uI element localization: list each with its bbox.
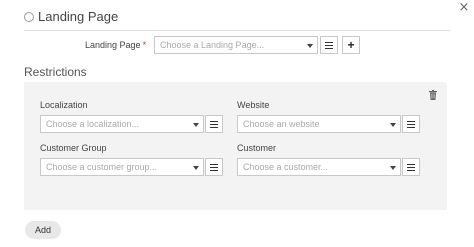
localization-list-button[interactable] — [205, 115, 223, 133]
add-button[interactable]: Add — [25, 221, 61, 239]
close-icon[interactable]: × — [458, 1, 470, 14]
restrictions-box: Localization Choose a localization... We… — [24, 82, 447, 210]
customer-group-label: Customer Group — [40, 143, 107, 153]
landing-page-label-text: Landing Page — [85, 40, 141, 50]
landing-page-radio-option[interactable]: Landing Page — [24, 9, 118, 24]
list-icon — [325, 41, 333, 49]
list-icon — [210, 163, 218, 171]
landing-page-select[interactable]: Choose a Landing Page... — [154, 36, 318, 54]
localization-label: Localization — [40, 100, 88, 110]
localization-select[interactable]: Choose a localization... — [40, 115, 204, 133]
chevron-down-icon[interactable] — [390, 123, 396, 127]
landing-page-radio-label: Landing Page — [38, 9, 119, 24]
website-list-button[interactable] — [402, 115, 420, 133]
plus-icon: + — [347, 38, 355, 52]
add-landing-page-button[interactable]: + — [342, 36, 360, 54]
landing-page-panel: × Landing Page Landing Page * Choose a La… — [0, 0, 474, 247]
list-icon — [210, 120, 218, 128]
radio-icon[interactable] — [24, 11, 34, 22]
landing-page-field-label: Landing Page * — [85, 40, 146, 50]
website-select[interactable]: Choose an website — [237, 115, 401, 133]
customer-select[interactable]: Choose a customer... — [237, 158, 401, 176]
website-placeholder: Choose an website — [243, 119, 320, 129]
restrictions-title: Restrictions — [24, 65, 87, 79]
divider — [24, 30, 450, 31]
landing-page-list-button[interactable] — [320, 36, 338, 54]
chevron-down-icon[interactable] — [193, 123, 199, 127]
customer-group-list-button[interactable] — [205, 158, 223, 176]
chevron-down-icon[interactable] — [307, 44, 313, 48]
customer-placeholder: Choose a customer... — [243, 162, 329, 172]
list-icon — [407, 163, 415, 171]
list-icon — [407, 120, 415, 128]
customer-label: Customer — [237, 143, 277, 153]
customer-list-button[interactable] — [402, 158, 420, 176]
landing-page-placeholder: Choose a Landing Page... — [160, 40, 265, 50]
required-mark: * — [142, 40, 147, 50]
chevron-down-icon[interactable] — [193, 166, 199, 170]
trash-icon[interactable] — [429, 90, 437, 100]
chevron-down-icon[interactable] — [390, 166, 396, 170]
localization-placeholder: Choose a localization... — [46, 119, 140, 129]
customer-group-select[interactable]: Choose a customer group... — [40, 158, 204, 176]
website-label: Website — [237, 100, 270, 110]
customer-group-placeholder: Choose a customer group... — [46, 162, 158, 172]
